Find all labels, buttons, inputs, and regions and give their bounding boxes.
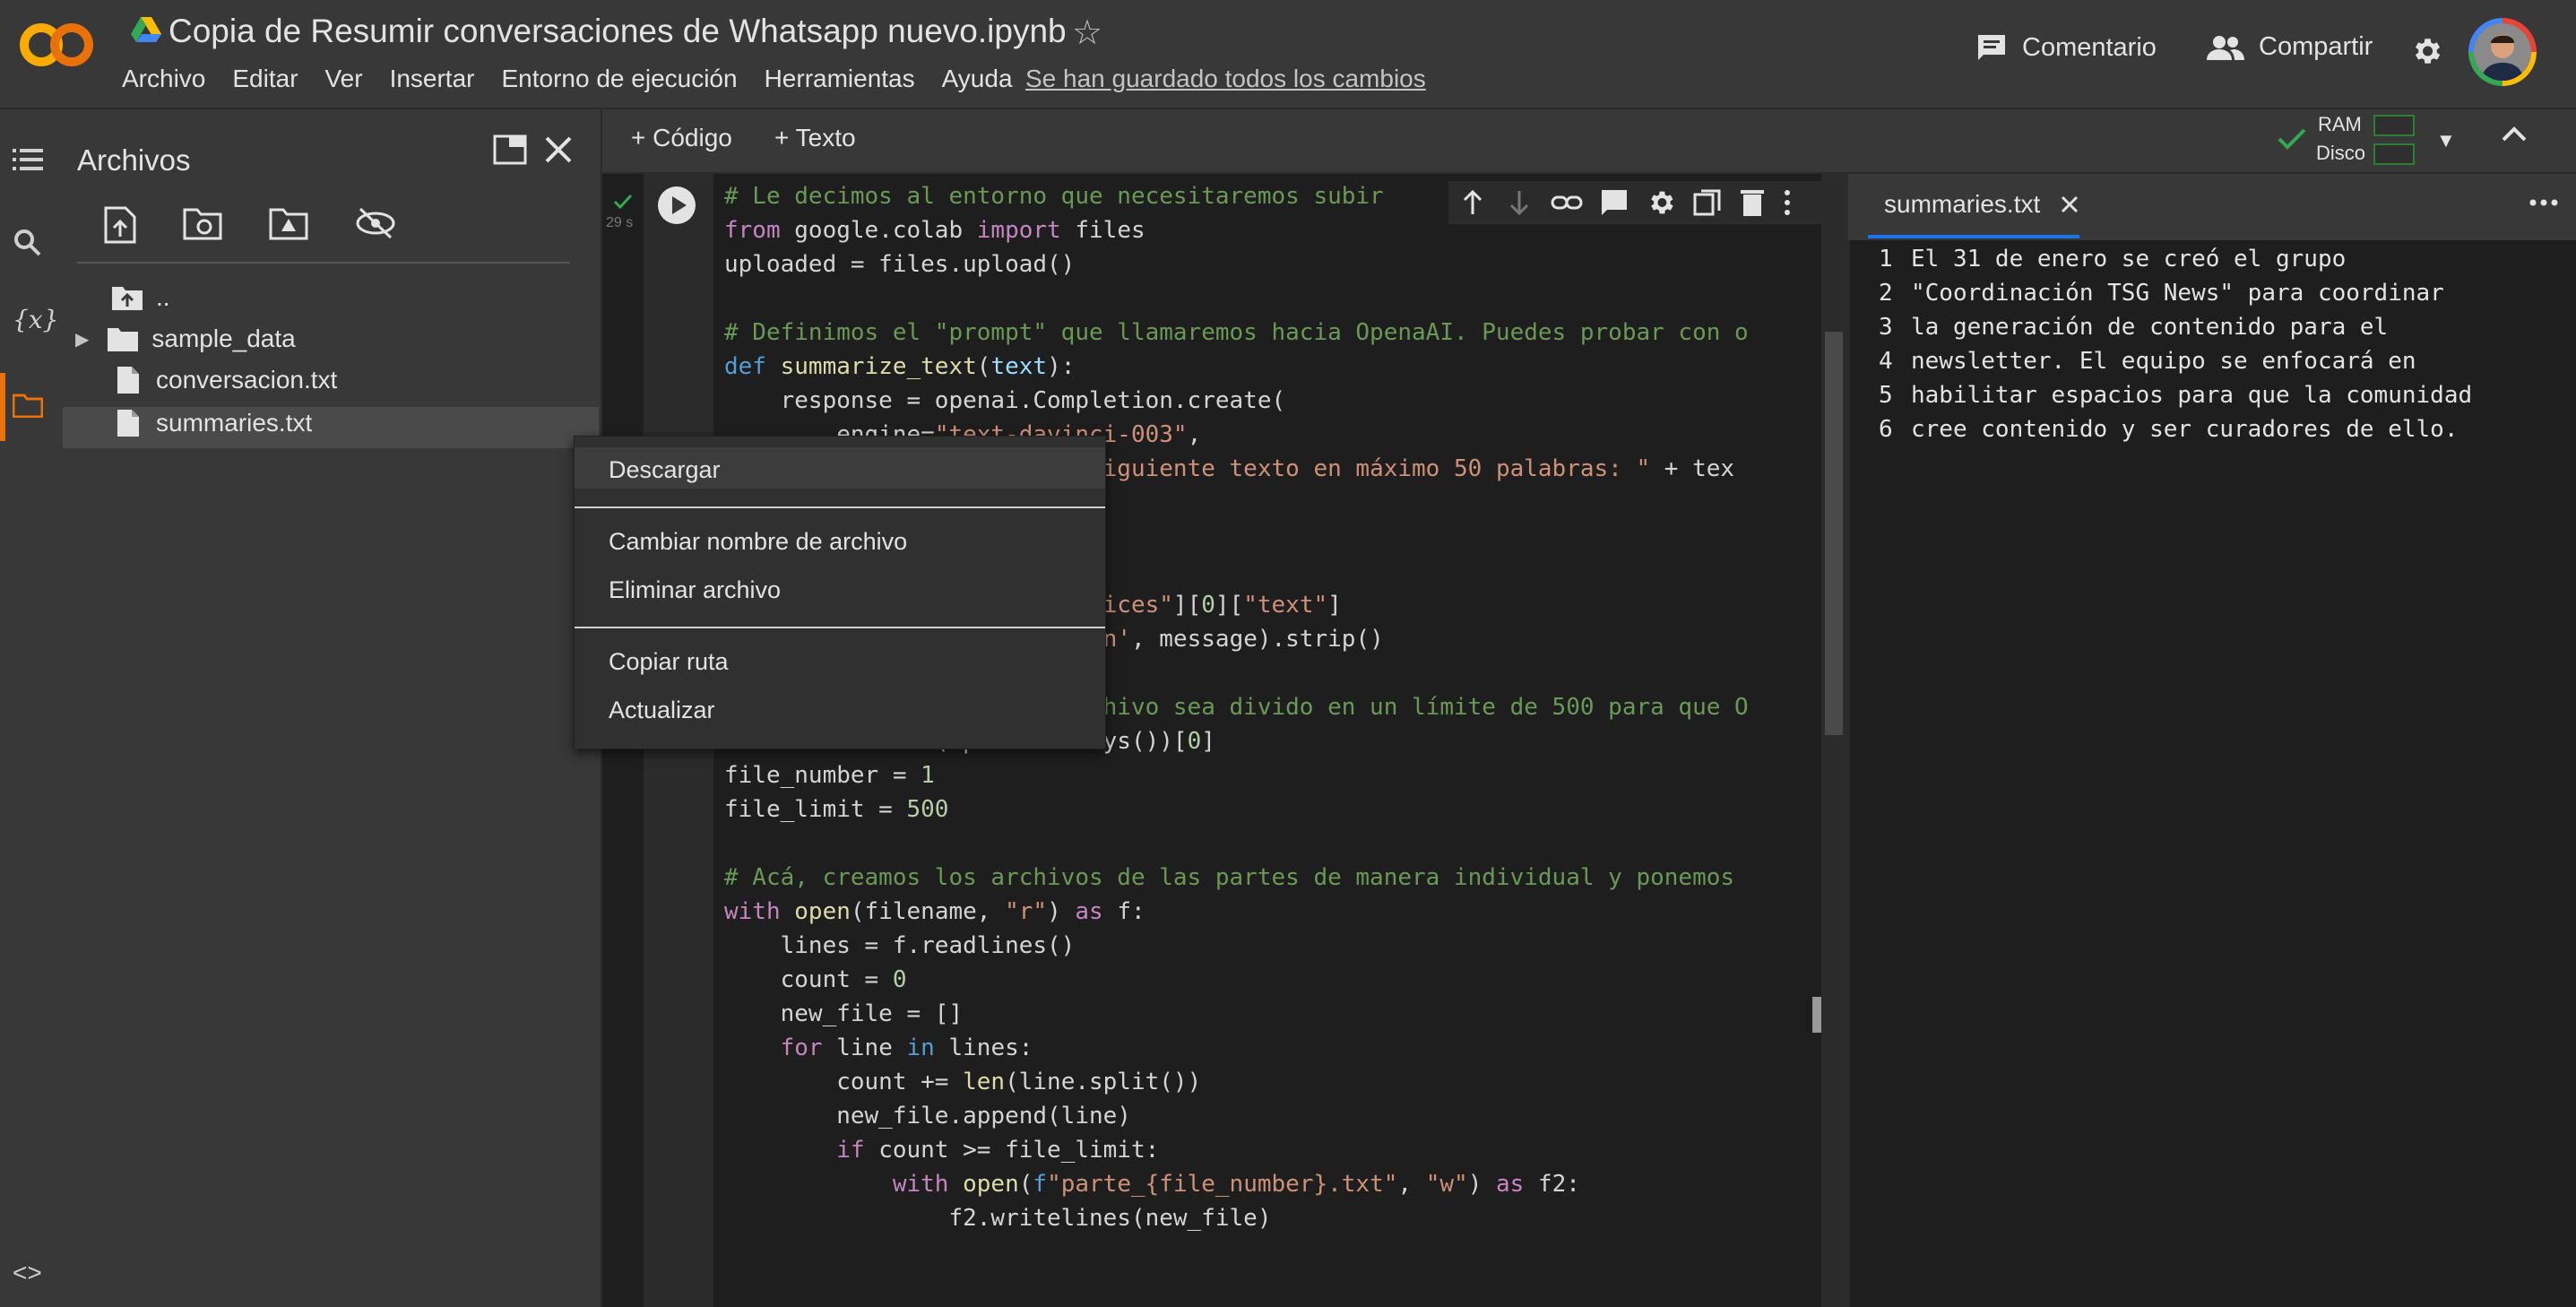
tree-item-label: .. [156,283,170,311]
run-cell-button[interactable] [658,186,696,224]
cell-toolbar [1448,181,1834,224]
menu-herramientas[interactable]: Herramientas [765,65,915,93]
tree-item-conversacion[interactable]: conversacion.txt [117,366,337,394]
menu-entorno[interactable]: Entorno de ejecución [502,65,738,93]
tree-item-parent[interactable]: .. [111,283,170,312]
folder-icon [107,325,139,352]
share-label: Compartir [2259,32,2373,61]
notebook-scroll-thumb[interactable] [1825,332,1843,735]
search-icon[interactable] [13,228,41,256]
save-status-link[interactable]: Se han guardado todos los cambios [1025,65,1426,93]
close-panel-icon[interactable] [543,134,574,165]
menu-item-copy-path[interactable]: Copiar ruta [609,648,729,676]
people-icon [2207,34,2244,61]
close-tab-icon[interactable] [2060,195,2079,214]
menu-editar[interactable]: Editar [232,65,298,93]
file-icon [117,409,140,437]
active-rail-indicator [0,373,5,441]
upload-file-icon[interactable] [104,206,136,244]
disk-meter[interactable] [2373,143,2415,165]
link-icon[interactable] [1551,187,1583,218]
viewer-tab[interactable]: summaries.txt [1884,190,2079,219]
menu-archivo[interactable]: Archivo [122,65,205,93]
files-divider [77,262,570,264]
files-toolbar [104,206,396,244]
viewer-line: 3 la generación de contenido para el [1879,314,2389,341]
ram-meter[interactable] [2373,115,2415,136]
hide-hidden-files-icon[interactable] [355,206,396,244]
menu-item-rename[interactable]: Cambiar nombre de archivo [609,528,907,556]
tree-item-label: conversacion.txt [156,366,338,394]
viewer-more-icon[interactable] [2528,197,2560,208]
files-panel-title: Archivos [77,143,191,177]
viewer-line: 5 habilitar espacios para que la comunida… [1879,382,2473,409]
menu-ayuda[interactable]: Ayuda [942,65,1013,93]
menu-ver[interactable]: Ver [325,65,363,93]
open-in-tab-icon[interactable] [493,134,527,165]
menu-bar: Archivo Editar Ver Insertar Entorno de e… [122,65,1040,93]
files-folder-icon[interactable] [13,393,43,418]
viewer-line: 2 "Coordinación TSG News" para coordinar [1879,280,2444,307]
menu-divider [575,627,1105,628]
file-context-menu: Descargar Cambiar nombre de archivo Elim… [574,436,1106,749]
connected-check-icon [2277,127,2307,151]
star-icon[interactable]: ☆ [1072,13,1102,53]
viewer-tab-label: summaries.txt [1884,190,2041,218]
tree-item-label: sample_data [151,325,296,352]
file-icon [117,366,140,394]
folder-up-icon [111,284,143,311]
add-code-button[interactable]: + Código [631,124,732,152]
cell-success-check-icon [613,194,633,210]
google-drive-icon [131,16,161,43]
tree-item-sample-data[interactable]: ▶ sample_data [75,325,296,353]
cell-settings-gear-icon[interactable] [1646,187,1676,218]
menu-item-descargar[interactable]: Descargar [609,456,721,484]
menu-item-refresh[interactable]: Actualizar [609,697,715,724]
viewer-line: 4 newsletter. El equipo se enfocará en [1879,348,2416,375]
tree-item-label: summaries.txt [156,409,313,437]
colab-logo[interactable] [18,20,95,70]
viewer-line: 1 El 31 de enero se creó el grupo [1879,246,2347,273]
menu-divider [575,506,1105,508]
comment-icon[interactable] [1599,187,1629,218]
share-button[interactable]: Compartir [2207,32,2373,62]
ram-label: RAM [2318,113,2362,135]
viewer-text[interactable]: 1 El 31 de enero se creó el grupo 2 "Coord… [1879,242,2472,446]
delete-trash-icon[interactable] [1739,187,1766,218]
expand-arrow-icon[interactable]: ▶ [75,328,89,351]
comment-label: Comentario [2022,32,2157,62]
table-of-contents-icon[interactable] [13,147,43,172]
move-up-icon[interactable] [1457,187,1488,218]
disk-label: Disco [2316,142,2366,164]
more-options-icon[interactable] [1782,187,1793,218]
move-down-icon[interactable] [1504,187,1534,218]
cell-exec-time: 29 s [606,215,634,230]
editor-scroll-marker[interactable] [1812,997,1821,1033]
menu-insertar[interactable]: Insertar [390,65,475,93]
left-rail [0,109,63,1307]
active-tab-underline [1868,235,2079,238]
mount-drive-icon[interactable] [269,206,308,244]
mirror-cell-icon[interactable] [1692,187,1723,218]
resources-dropdown-icon[interactable]: ▼ [2436,129,2456,152]
notebook-title[interactable]: Copia de Resumir conversaciones de Whats… [169,13,1067,50]
comment-icon [1975,32,2008,63]
settings-gear-icon[interactable] [2409,34,2443,68]
variables-icon[interactable]: {x} [13,305,58,334]
refresh-folder-icon[interactable] [183,206,222,244]
menu-item-delete[interactable]: Eliminar archivo [609,576,781,604]
user-avatar[interactable] [2468,18,2537,86]
collapse-header-icon[interactable] [2501,124,2528,143]
tree-item-summaries[interactable]: summaries.txt [117,409,312,437]
viewer-line: 6 cree contenido y ser curadores de ello. [1879,416,2459,443]
comment-button[interactable]: Comentario [1975,32,2157,63]
code-snippets-icon[interactable]: <> [13,1259,42,1287]
add-text-button[interactable]: + Texto [774,124,856,152]
